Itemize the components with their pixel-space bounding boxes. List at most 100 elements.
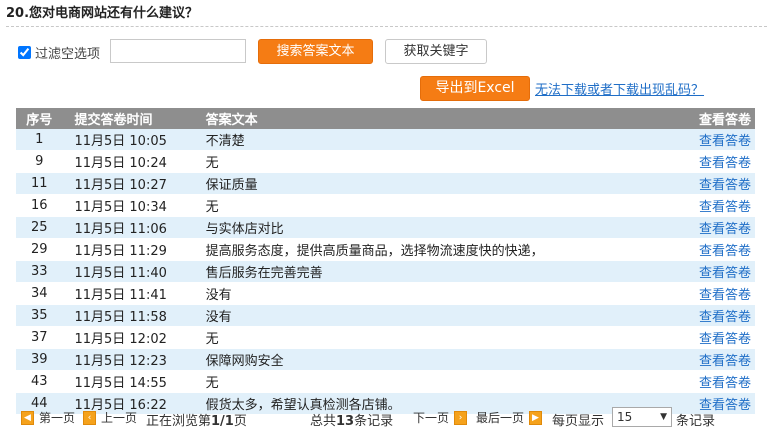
header-view: 查看答卷 bbox=[689, 108, 755, 129]
total-prefix: 总共 bbox=[310, 414, 337, 429]
first-page-label: 第一页 bbox=[39, 411, 76, 425]
cell-text: 保障网购安全 bbox=[205, 348, 690, 371]
cell-no: 16 bbox=[16, 194, 63, 217]
last-page-icon: ▶ bbox=[529, 410, 543, 425]
cell-text: 没有 bbox=[205, 304, 690, 327]
cell-no: 39 bbox=[16, 348, 63, 371]
cell-time: 11月5日 11:41 bbox=[62, 282, 206, 305]
total-suffix: 条记录 bbox=[354, 414, 394, 429]
download-help-link[interactable]: 无法下载或者下载出现乱码？ bbox=[535, 79, 704, 98]
view-answer-link[interactable]: 查看答卷 bbox=[689, 216, 755, 239]
header-no: 序号 bbox=[16, 108, 63, 129]
prev-page-button[interactable]: ‹ 上一页 bbox=[78, 409, 137, 426]
table-row: 35 11月5日 11:58 没有 查看答卷 bbox=[16, 304, 755, 327]
last-page-label: 最后一页 bbox=[476, 411, 525, 425]
cell-text: 无 bbox=[205, 150, 690, 173]
cell-time: 11月5日 11:40 bbox=[62, 260, 206, 283]
table-row: 16 11月5日 10:34 无查看答卷 bbox=[16, 194, 755, 217]
cell-no: 35 bbox=[16, 304, 63, 327]
view-answer-link[interactable]: 查看答卷 bbox=[689, 282, 755, 305]
cell-time: 11月5日 14:55 bbox=[62, 370, 206, 393]
filter-empty-label: 过滤空选项 bbox=[35, 47, 101, 62]
answer-search-input[interactable] bbox=[110, 39, 246, 63]
last-page-button[interactable]: 最后一页 ▶ bbox=[476, 409, 547, 426]
table-row: 9 11月5日 10:24 无查看答卷 bbox=[16, 150, 755, 173]
view-answer-link[interactable]: 查看答卷 bbox=[689, 194, 755, 217]
cell-text: 没有 bbox=[205, 282, 690, 305]
cell-no: 43 bbox=[16, 370, 63, 393]
view-answer-link[interactable]: 查看答卷 bbox=[689, 304, 755, 327]
cell-no: 37 bbox=[16, 326, 63, 349]
cell-time: 11月5日 12:23 bbox=[62, 348, 206, 371]
total-records: 总共13条记录 bbox=[310, 410, 393, 429]
title-divider bbox=[6, 26, 767, 27]
view-answer-link[interactable]: 查看答卷 bbox=[689, 150, 755, 173]
view-answer-link[interactable]: 查看答卷 bbox=[689, 370, 755, 393]
table-row: 25 11月5日 11:06 与实体店对比 查看答卷 bbox=[16, 216, 755, 239]
browsing-prefix: 正在浏览第 bbox=[146, 414, 212, 429]
table-row: 37 11月5日 12:02 无查看答卷 bbox=[16, 326, 755, 349]
view-answer-link[interactable]: 查看答卷 bbox=[689, 348, 755, 371]
cell-time: 11月5日 12:02 bbox=[62, 326, 206, 349]
export-excel-button[interactable]: 导出到Excel bbox=[420, 76, 530, 101]
first-page-icon: ◀ bbox=[21, 410, 34, 425]
cell-time: 11月5日 10:27 bbox=[62, 172, 206, 195]
cell-text: 提高服务态度，提供高质量商品，选择物流速度快的快递， bbox=[205, 238, 690, 261]
cell-text: 售后服务在完善完善 bbox=[205, 260, 690, 283]
chevron-down-icon: ▼ bbox=[660, 412, 667, 422]
cell-time: 11月5日 11:06 bbox=[62, 216, 206, 239]
cell-no: 9 bbox=[16, 150, 63, 173]
next-page-button[interactable]: 下一页 › bbox=[413, 409, 472, 426]
cell-no: 33 bbox=[16, 260, 63, 283]
prev-page-label: 上一页 bbox=[101, 411, 138, 425]
cell-text: 无 bbox=[205, 326, 690, 349]
checkbox-icon[interactable] bbox=[18, 46, 31, 59]
cell-no: 1 bbox=[16, 129, 63, 151]
table-row: 1 11月5日 10:05 不清楚 查看答卷 bbox=[16, 129, 755, 151]
first-page-button[interactable]: ◀ 第一页 bbox=[16, 409, 75, 426]
browsing-page: 1/1 bbox=[211, 414, 234, 429]
cell-no: 29 bbox=[16, 238, 63, 261]
cell-no: 25 bbox=[16, 216, 63, 239]
browsing-suffix: 页 bbox=[233, 414, 247, 429]
filter-empty-checkbox[interactable]: 过滤空选项 bbox=[18, 43, 100, 62]
table-row: 39 11月5日 12:23 保障网购安全 查看答卷 bbox=[16, 348, 755, 371]
cell-text: 与实体店对比 bbox=[205, 216, 690, 239]
cell-time: 11月5日 11:29 bbox=[62, 238, 206, 261]
cell-text: 保证质量 bbox=[205, 172, 690, 195]
pagination-bar: ◀ 第一页 ‹ 上一页 正在浏览第1/1页 总共13条记录 下一页 › 最后一页… bbox=[16, 407, 761, 429]
view-answer-link[interactable]: 查看答卷 bbox=[689, 260, 755, 283]
table-row: 34 11月5日 11:41 没有 查看答卷 bbox=[16, 282, 755, 305]
view-answer-link[interactable]: 查看答卷 bbox=[689, 129, 755, 151]
cell-time: 11月5日 10:34 bbox=[62, 194, 206, 217]
per-page-suffix: 条记录 bbox=[676, 414, 716, 429]
total-count: 13 bbox=[336, 414, 355, 429]
cell-no: 34 bbox=[16, 282, 63, 305]
cell-time: 11月5日 10:24 bbox=[62, 150, 206, 173]
view-answer-link[interactable]: 查看答卷 bbox=[689, 238, 755, 261]
get-keywords-button[interactable]: 获取关键字 bbox=[385, 39, 487, 64]
next-page-label: 下一页 bbox=[413, 411, 450, 425]
table-row: 43 11月5日 14:55 无查看答卷 bbox=[16, 370, 755, 393]
header-time: 提交答卷时间 bbox=[62, 108, 206, 129]
cell-text: 无 bbox=[205, 370, 690, 393]
cell-time: 11月5日 10:05 bbox=[62, 129, 206, 151]
cell-text: 不清楚 bbox=[205, 129, 690, 151]
prev-page-icon: ‹ bbox=[83, 410, 96, 425]
per-page-label: 每页显示 bbox=[552, 414, 605, 429]
header-text: 答案文本 bbox=[205, 108, 690, 129]
next-page-icon: › bbox=[454, 410, 468, 425]
cell-text: 无 bbox=[205, 194, 690, 217]
browsing-status: 正在浏览第1/1页 bbox=[146, 410, 247, 429]
view-answer-link[interactable]: 查看答卷 bbox=[689, 326, 755, 349]
question-title: 20.您对电商网站还有什么建议？ bbox=[6, 6, 199, 21]
table-row: 11 11月5日 10:27 保证质量 查看答卷 bbox=[16, 172, 755, 195]
search-answer-button[interactable]: 搜索答案文本 bbox=[258, 39, 373, 64]
cell-time: 11月5日 11:58 bbox=[62, 304, 206, 327]
page-size-select[interactable]: 15 ▼ bbox=[612, 407, 672, 427]
table-header-row: 序号 提交答卷时间 答案文本 查看答卷 bbox=[16, 108, 755, 129]
page-size-value: 15 bbox=[617, 410, 633, 424]
table-row: 33 11月5日 11:40 售后服务在完善完善 查看答卷 bbox=[16, 260, 755, 283]
cell-no: 11 bbox=[16, 172, 63, 195]
view-answer-link[interactable]: 查看答卷 bbox=[689, 172, 755, 195]
